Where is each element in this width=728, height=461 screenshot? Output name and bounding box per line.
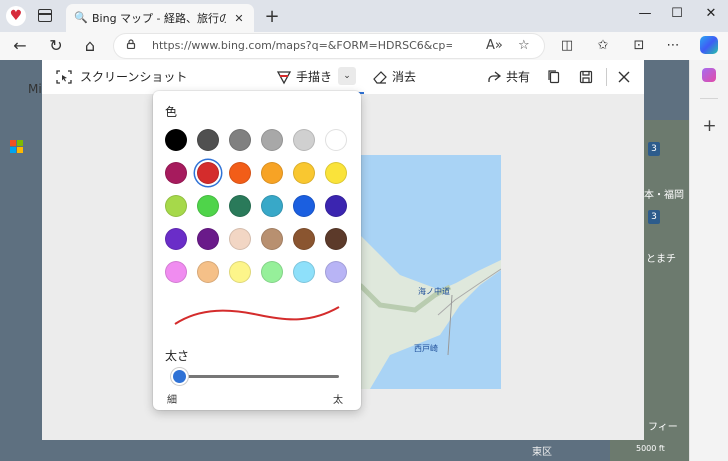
share-label: 共有 bbox=[506, 70, 531, 84]
color-swatch[interactable] bbox=[165, 261, 187, 283]
map-label: 本・福岡 bbox=[644, 190, 684, 201]
color-swatch[interactable] bbox=[229, 129, 251, 151]
color-swatch[interactable] bbox=[293, 195, 315, 217]
add-sidebar-app-icon[interactable]: + bbox=[690, 116, 728, 136]
copilot-icon[interactable] bbox=[700, 36, 718, 54]
color-swatch[interactable] bbox=[165, 129, 187, 151]
color-swatch[interactable] bbox=[261, 195, 283, 217]
screenshot-icon bbox=[56, 70, 72, 84]
bing-search-icon: 🔍 bbox=[74, 11, 88, 24]
color-swatch[interactable] bbox=[197, 261, 219, 283]
refresh-icon[interactable]: ↻ bbox=[44, 34, 68, 58]
read-aloud-icon[interactable]: A» bbox=[486, 34, 503, 58]
color-swatch[interactable] bbox=[325, 162, 347, 184]
profile-avatar[interactable]: ♥ bbox=[6, 6, 26, 26]
microsoft-logo-icon bbox=[10, 140, 24, 154]
thick-label: 太 bbox=[333, 395, 343, 406]
right-sidebar: + bbox=[689, 60, 728, 461]
share-icon bbox=[488, 71, 502, 82]
color-swatch[interactable] bbox=[197, 228, 219, 250]
close-window-button[interactable]: ✕ bbox=[696, 2, 726, 26]
color-swatch[interactable] bbox=[293, 162, 315, 184]
lock-icon bbox=[126, 39, 136, 49]
map-label: 西戸崎 bbox=[414, 344, 438, 353]
color-swatch[interactable] bbox=[261, 162, 283, 184]
screenshot-title: スクリーンショット bbox=[80, 70, 188, 84]
browser-tab[interactable]: 🔍 Bing マップ - 経路、旅行の計画、交通 ✕ bbox=[66, 4, 254, 32]
map-label: 海ノ中道 bbox=[418, 287, 450, 296]
color-picker-panel: 色 太さ 細 太 bbox=[153, 91, 361, 410]
erase-label: 消去 bbox=[392, 70, 417, 84]
tab-actions-icon[interactable] bbox=[38, 9, 52, 22]
scale-label: 5000 ft bbox=[636, 444, 665, 453]
back-arrow-icon[interactable]: ← bbox=[8, 34, 32, 58]
share-button[interactable]: 共有 bbox=[486, 60, 532, 94]
home-icon[interactable]: ⌂ bbox=[78, 34, 102, 58]
color-swatch[interactable] bbox=[197, 195, 219, 217]
route-shield: 3 bbox=[648, 210, 660, 224]
color-swatch[interactable] bbox=[197, 129, 219, 151]
favorites-icon[interactable]: ✩ bbox=[592, 36, 614, 56]
url-text: https://www.bing.com/maps?q=&FORM=HDRSC6… bbox=[152, 39, 452, 52]
chevron-down-icon[interactable]: ⌄ bbox=[338, 67, 356, 85]
extensions-icon[interactable]: ⊡ bbox=[628, 36, 650, 56]
pen-icon bbox=[276, 71, 292, 85]
color-swatch[interactable] bbox=[293, 261, 315, 283]
save-icon[interactable] bbox=[578, 69, 594, 85]
color-swatch[interactable] bbox=[229, 162, 251, 184]
erase-button[interactable]: 消去 bbox=[372, 60, 422, 94]
color-swatch[interactable] bbox=[165, 228, 187, 250]
map-label: フィー bbox=[648, 422, 678, 433]
tab-title: Bing マップ - 経路、旅行の計画、交通 bbox=[92, 12, 226, 25]
color-swatch[interactable] bbox=[229, 261, 251, 283]
color-heading: 色 bbox=[165, 105, 178, 119]
color-swatch[interactable] bbox=[261, 228, 283, 250]
thin-label: 細 bbox=[167, 395, 177, 406]
eraser-icon bbox=[373, 71, 387, 84]
map-label: とまチ bbox=[646, 254, 676, 265]
width-slider-track[interactable] bbox=[179, 375, 339, 378]
color-swatch[interactable] bbox=[325, 261, 347, 283]
draw-tool-label: 手描き bbox=[296, 70, 333, 84]
navigation-bar: ← ↻ ⌂ https://www.bing.com/maps?q=&FORM=… bbox=[0, 32, 728, 61]
width-heading: 太さ bbox=[165, 349, 190, 363]
color-swatch[interactable] bbox=[325, 228, 347, 250]
color-swatch[interactable] bbox=[293, 228, 315, 250]
color-swatch[interactable] bbox=[229, 195, 251, 217]
copy-icon[interactable] bbox=[546, 69, 562, 85]
new-tab-button[interactable]: + bbox=[262, 6, 282, 27]
color-swatch[interactable] bbox=[261, 129, 283, 151]
sidebar-divider bbox=[700, 98, 718, 99]
address-bar[interactable]: https://www.bing.com/maps?q=&FORM=HDRSC6… bbox=[114, 34, 544, 58]
color-swatch[interactable] bbox=[325, 129, 347, 151]
color-swatch[interactable] bbox=[229, 228, 251, 250]
split-screen-icon[interactable]: ◫ bbox=[556, 36, 578, 56]
sidebar-app-icon[interactable] bbox=[702, 68, 716, 82]
title-bar: ♥ 🔍 Bing マップ - 経路、旅行の計画、交通 ✕ + — ☐ ✕ bbox=[0, 0, 728, 32]
color-swatch[interactable] bbox=[165, 162, 187, 184]
color-swatch[interactable] bbox=[325, 195, 347, 217]
tab-close-icon[interactable]: ✕ bbox=[232, 12, 246, 25]
screenshot-toolbar: スクリーンショット 手描き ⌄ 消去 共有 bbox=[42, 60, 644, 95]
map-label: 東区 bbox=[532, 447, 552, 458]
more-options-icon[interactable]: ⋯ bbox=[662, 36, 684, 56]
color-swatch[interactable] bbox=[293, 129, 315, 151]
route-shield: 3 bbox=[648, 142, 660, 156]
map-brand-text: Mi bbox=[28, 82, 42, 96]
width-slider-thumb[interactable] bbox=[173, 370, 186, 383]
toolbar-divider bbox=[606, 68, 607, 86]
captured-map-area[interactable]: 海ノ中道 西戸崎 bbox=[360, 155, 501, 389]
color-swatch[interactable] bbox=[197, 162, 219, 184]
color-swatch[interactable] bbox=[261, 261, 283, 283]
minimize-button[interactable]: — bbox=[630, 2, 660, 26]
maximize-button[interactable]: ☐ bbox=[662, 2, 692, 26]
color-swatch[interactable] bbox=[165, 195, 187, 217]
close-icon[interactable] bbox=[616, 69, 632, 85]
stroke-preview bbox=[174, 306, 340, 325]
favorite-star-icon[interactable]: ☆ bbox=[518, 34, 530, 58]
